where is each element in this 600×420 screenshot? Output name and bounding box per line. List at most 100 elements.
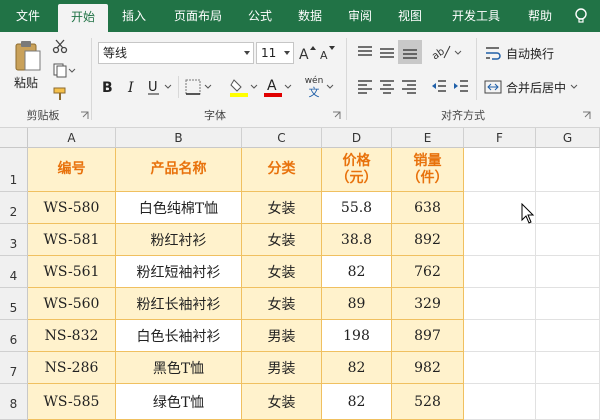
table-cell[interactable]: 329 [392, 288, 464, 320]
increase-font-icon[interactable]: A [298, 44, 316, 62]
merge-center-button[interactable]: 合并后居中 [484, 76, 592, 98]
font-name-dropdown[interactable]: 等线 [98, 42, 254, 64]
increase-indent-icon[interactable] [452, 78, 470, 94]
table-cell[interactable]: 黑色T恤 [116, 352, 242, 384]
tab-help[interactable]: 帮助 [518, 0, 562, 32]
phonetic-guide-button[interactable]: wén 文 [304, 74, 324, 100]
tab-developer[interactable]: 开发工具 [440, 0, 512, 32]
paste-button[interactable] [10, 38, 46, 74]
tab-page-layout[interactable]: 页面布局 [164, 0, 232, 32]
row-header-3[interactable]: 3 [0, 224, 28, 256]
row-header-1[interactable]: 1 [0, 148, 28, 192]
row-header-2[interactable]: 2 [0, 192, 28, 224]
table-cell[interactable]: 89 [322, 288, 392, 320]
table-cell[interactable]: 38.8 [322, 224, 392, 256]
align-right-icon[interactable] [400, 78, 418, 94]
table-cell[interactable]: 198 [322, 320, 392, 352]
empty-cell[interactable] [536, 224, 600, 256]
table-cell[interactable]: WS-560 [28, 288, 116, 320]
empty-cell[interactable] [536, 192, 600, 224]
empty-cell[interactable] [464, 148, 536, 192]
empty-cell[interactable] [464, 256, 536, 288]
table-cell[interactable]: 女装 [242, 256, 322, 288]
table-header-cell[interactable]: 编号 [28, 148, 116, 192]
table-cell[interactable]: 女装 [242, 384, 322, 420]
column-header-e[interactable]: E [392, 128, 464, 148]
table-cell[interactable]: 白色纯棉T恤 [116, 192, 242, 224]
font-color-icon[interactable]: A [264, 76, 282, 98]
decrease-indent-icon[interactable] [430, 78, 448, 94]
tab-insert[interactable]: 插入 [112, 0, 156, 32]
empty-cell[interactable] [464, 352, 536, 384]
empty-cell[interactable] [464, 288, 536, 320]
tab-formulas[interactable]: 公式 [238, 0, 282, 32]
table-cell[interactable]: NS-832 [28, 320, 116, 352]
table-cell[interactable]: 女装 [242, 192, 322, 224]
table-cell[interactable]: 女装 [242, 288, 322, 320]
column-header-d[interactable]: D [322, 128, 392, 148]
table-cell[interactable]: 粉红衬衫 [116, 224, 242, 256]
select-all-corner[interactable] [0, 128, 28, 148]
table-cell[interactable]: 女装 [242, 224, 322, 256]
chevron-down-icon[interactable] [326, 84, 334, 90]
empty-cell[interactable] [536, 320, 600, 352]
empty-cell[interactable] [464, 384, 536, 420]
borders-icon[interactable] [184, 78, 202, 96]
empty-cell[interactable] [464, 320, 536, 352]
chevron-down-icon[interactable] [284, 84, 292, 90]
table-cell[interactable]: 绿色T恤 [116, 384, 242, 420]
table-cell[interactable]: 897 [392, 320, 464, 352]
bold-icon[interactable]: B [100, 78, 116, 96]
column-header-b[interactable]: B [116, 128, 242, 148]
table-cell[interactable]: WS-581 [28, 224, 116, 256]
lightbulb-icon[interactable] [572, 7, 590, 25]
table-cell[interactable]: WS-580 [28, 192, 116, 224]
wrap-text-button[interactable]: 自动换行 [484, 42, 574, 64]
align-left-icon[interactable] [356, 78, 374, 94]
table-cell[interactable]: 82 [322, 256, 392, 288]
table-cell[interactable]: 粉红短袖衬衫 [116, 256, 242, 288]
row-header-4[interactable]: 4 [0, 256, 28, 288]
table-header-cell[interactable]: 销量 （件） [392, 148, 464, 192]
align-middle-icon[interactable] [378, 44, 396, 60]
table-cell[interactable]: 762 [392, 256, 464, 288]
row-header-6[interactable]: 6 [0, 320, 28, 352]
chevron-down-icon[interactable] [204, 84, 212, 90]
table-cell[interactable]: NS-286 [28, 352, 116, 384]
format-painter-icon[interactable] [52, 86, 68, 102]
align-center-icon[interactable] [378, 78, 396, 94]
column-header-g[interactable]: G [536, 128, 600, 148]
fill-color-icon[interactable] [230, 76, 248, 98]
underline-icon[interactable]: U [146, 78, 162, 96]
table-cell[interactable]: WS-585 [28, 384, 116, 420]
font-size-dropdown[interactable]: 11 [256, 42, 294, 64]
table-header-cell[interactable]: 分类 [242, 148, 322, 192]
worksheet[interactable]: A B C D E F G 1 2 3 4 5 6 7 8 编号 产品名称 分类… [0, 128, 600, 420]
table-header-cell[interactable]: 产品名称 [116, 148, 242, 192]
table-cell[interactable]: 892 [392, 224, 464, 256]
table-cell[interactable]: 白色长袖衬衫 [116, 320, 242, 352]
tab-data[interactable]: 数据 [288, 0, 332, 32]
dialog-launcher-icon[interactable] [332, 111, 341, 120]
chevron-down-icon[interactable] [454, 50, 462, 56]
table-cell[interactable]: 82 [322, 352, 392, 384]
chevron-down-icon[interactable] [68, 68, 76, 74]
column-header-a[interactable]: A [28, 128, 116, 148]
tab-view[interactable]: 视图 [388, 0, 432, 32]
table-cell[interactable]: 粉红长袖衬衫 [116, 288, 242, 320]
chevron-down-icon[interactable] [250, 84, 258, 90]
table-cell[interactable]: 982 [392, 352, 464, 384]
column-header-c[interactable]: C [242, 128, 322, 148]
dialog-launcher-icon[interactable] [582, 111, 591, 120]
table-header-cell[interactable]: 价格 （元） [322, 148, 392, 192]
decrease-font-icon[interactable]: A [318, 44, 336, 62]
table-cell[interactable]: 82 [322, 384, 392, 420]
row-header-8[interactable]: 8 [0, 384, 28, 420]
empty-cell[interactable] [536, 256, 600, 288]
orientation-icon[interactable]: ab [430, 42, 452, 62]
align-bottom-button[interactable] [398, 40, 422, 64]
tab-home[interactable]: 开始 [58, 4, 108, 32]
table-cell[interactable]: 男装 [242, 320, 322, 352]
italic-icon[interactable]: I [124, 78, 140, 96]
copy-icon[interactable] [52, 62, 68, 78]
